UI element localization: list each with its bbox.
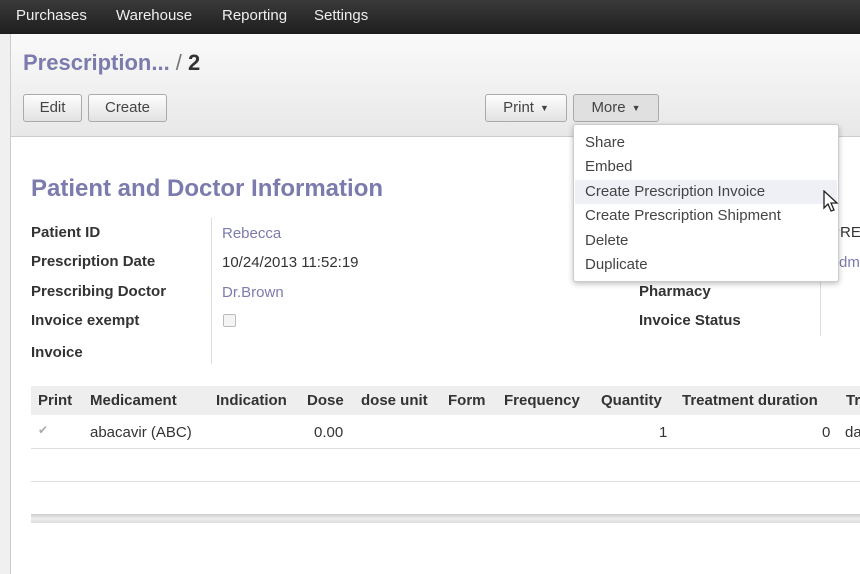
top-navbar: Purchases Warehouse Reporting Settings	[0, 0, 860, 34]
caret-down-icon: ▼	[631, 103, 641, 114]
col-treatment-duration[interactable]: Treatment duration	[682, 392, 818, 409]
col-indication[interactable]: Indication	[216, 392, 287, 409]
edit-button[interactable]: Edit	[23, 94, 82, 122]
more-button[interactable]: More ▼	[573, 94, 659, 122]
table-footer	[31, 514, 860, 523]
row-divider	[31, 448, 860, 449]
partial-field-value: PRE	[838, 224, 860, 241]
doctor-link[interactable]: Dr.Brown	[222, 284, 284, 301]
more-dropdown-menu: Share Embed Create Prescription Invoice …	[573, 124, 839, 282]
invoice-exempt-label: Invoice exempt	[31, 312, 140, 329]
nav-settings[interactable]: Settings	[314, 7, 368, 24]
breadcrumb-separator: /	[175, 50, 182, 75]
cell-quantity: 1	[659, 424, 668, 441]
divider	[211, 218, 212, 364]
partial-field-link[interactable]: Adm	[838, 254, 860, 271]
menu-item-create-invoice[interactable]: Create Prescription Invoice	[575, 180, 837, 204]
divider	[820, 280, 821, 336]
invoice-exempt-checkbox[interactable]	[223, 314, 236, 327]
mouse-cursor-icon	[823, 190, 839, 212]
col-form[interactable]: Form	[448, 392, 486, 409]
section-title: Patient and Doctor Information	[31, 175, 384, 202]
doctor-label: Prescribing Doctor	[31, 283, 167, 300]
menu-item-delete[interactable]: Delete	[575, 229, 837, 253]
pharmacy-label: Pharmacy	[639, 283, 711, 300]
col-frequency[interactable]: Frequency	[504, 392, 580, 409]
cell-medicament: abacavir (ABC)	[90, 424, 192, 441]
prescription-date-label: Prescription Date	[31, 253, 156, 270]
nav-warehouse[interactable]: Warehouse	[116, 7, 192, 24]
print-checked-icon: ✔	[38, 423, 49, 437]
nav-reporting[interactable]: Reporting	[222, 7, 287, 24]
col-print[interactable]: Print	[38, 392, 72, 409]
col-medicament[interactable]: Medicament	[90, 392, 177, 409]
row-divider	[31, 481, 860, 482]
col-dose[interactable]: Dose	[307, 392, 344, 409]
menu-item-create-shipment[interactable]: Create Prescription Shipment	[575, 204, 837, 228]
create-button[interactable]: Create	[88, 94, 167, 122]
col-quantity[interactable]: Quantity	[601, 392, 662, 409]
prescription-date-value: 10/24/2013 11:52:19	[222, 254, 359, 271]
cell-dose: 0.00	[314, 424, 344, 441]
sidebar	[0, 34, 11, 574]
cell-duration: 0	[822, 424, 831, 441]
invoice-status-label: Invoice Status	[639, 312, 741, 329]
breadcrumb-parent[interactable]: Prescription...	[23, 50, 170, 75]
breadcrumb-current: 2	[187, 50, 201, 75]
invoice-label: Invoice	[31, 344, 83, 361]
menu-item-share[interactable]: Share	[575, 131, 837, 155]
print-button[interactable]: Print ▼	[485, 94, 567, 122]
cell-tr: da	[845, 424, 860, 441]
patient-id-link[interactable]: Rebecca	[222, 225, 281, 242]
patient-id-label: Patient ID	[31, 224, 101, 241]
menu-item-duplicate[interactable]: Duplicate	[575, 253, 837, 277]
col-dose-unit[interactable]: dose unit	[361, 392, 428, 409]
caret-down-icon: ▼	[539, 103, 549, 114]
menu-item-embed[interactable]: Embed	[575, 155, 837, 179]
nav-purchases[interactable]: Purchases	[16, 7, 87, 24]
print-label: Print	[503, 99, 534, 116]
breadcrumb: Prescription.../ 2	[23, 50, 200, 76]
col-tr[interactable]: Tr	[846, 392, 860, 409]
more-label: More	[591, 99, 626, 116]
